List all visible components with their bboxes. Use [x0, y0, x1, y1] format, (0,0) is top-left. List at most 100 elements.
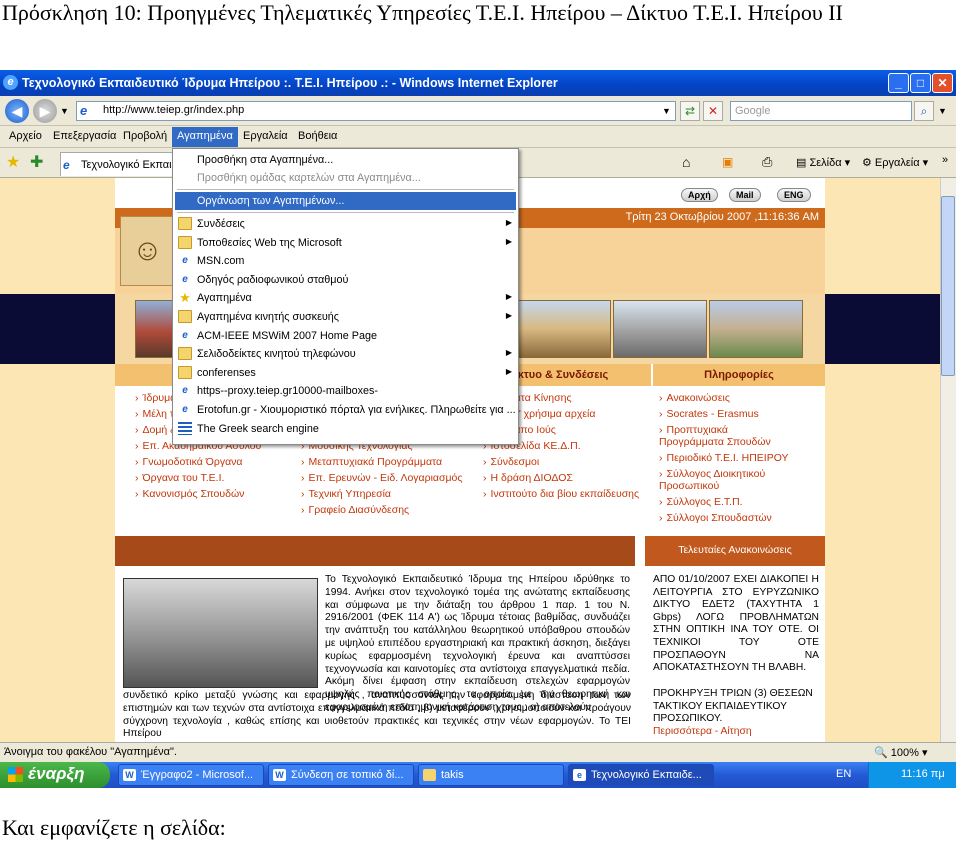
- tools-menu-label: Εργαλεία: [874, 157, 920, 169]
- link[interactable]: Προπτυχιακά Προγράμματα Σπουδών: [659, 424, 779, 448]
- favorite-item-label: Αγαπημένα: [197, 292, 252, 305]
- maximize-button[interactable]: □: [910, 73, 931, 93]
- favorite-item[interactable]: ★ Αγαπημένα ▶: [175, 289, 516, 307]
- tools-menu-button[interactable]: ⚙ Εργαλεία ▾: [862, 156, 928, 169]
- folder-icon: [178, 310, 192, 323]
- favorite-item[interactable]: The Greek search engine: [175, 420, 516, 438]
- link[interactable]: Τεχνική Υπηρεσία: [301, 488, 391, 500]
- favorite-item[interactable]: Τοποθεσίες Web της Microsoft ▶: [175, 234, 516, 252]
- favorite-item[interactable]: conferenses ▶: [175, 364, 516, 382]
- link[interactable]: Περιοδικό Τ.Ε.Ι. ΗΠΕΙΡΟΥ: [659, 452, 789, 464]
- taskbar-button[interactable]: W Σύνδεση σε τοπικό δί...: [268, 764, 414, 786]
- search-options-icon[interactable]: ▼: [938, 106, 947, 116]
- taskbar-button[interactable]: W Έγγραφο2 - Microsof...: [118, 764, 264, 786]
- start-button[interactable]: έναρξη: [0, 762, 110, 788]
- zoom-level: 100%: [890, 747, 919, 759]
- link[interactable]: Σύνδεσμοι: [483, 456, 540, 468]
- folder-icon: [178, 347, 192, 361]
- favorite-item-label: Σελιδοδείκτες κινητού τηλεφώνου: [197, 348, 356, 361]
- link[interactable]: Κανονισμός Σπουδών: [135, 488, 245, 500]
- city-photo: [709, 300, 803, 358]
- feeds-icon[interactable]: ▣: [722, 155, 733, 169]
- chevron-more-icon[interactable]: »: [942, 154, 948, 166]
- menu-favorites[interactable]: Αγαπημένα: [172, 127, 238, 147]
- favorite-item-label: Erotofun.gr - Χιουμοριστικό πόρταλ για ε…: [197, 404, 516, 416]
- history-dropdown-icon[interactable]: ▼: [60, 106, 69, 116]
- menu-tools[interactable]: Εργαλεία: [238, 130, 293, 146]
- status-text: Άνοιγμα του φακέλου "Αγαπημένα".: [4, 746, 177, 758]
- menu-organize-favorites[interactable]: Οργάνωση των Αγαπημένων...: [175, 192, 516, 210]
- tab-current[interactable]: Τεχνολογικό Εκπαιδ: [60, 152, 178, 176]
- forward-icon[interactable]: ▶: [33, 99, 57, 123]
- favorite-item[interactable]: Συνδέσεις ▶: [175, 215, 516, 233]
- link[interactable]: Όργανα του Τ.Ε.Ι.: [135, 472, 225, 484]
- favorite-item[interactable]: e MSN.com: [175, 252, 516, 270]
- language-indicator[interactable]: EN: [836, 768, 851, 780]
- close-button[interactable]: ✕: [932, 73, 953, 93]
- favorite-item-label: https--proxy.teiep.gr10000-mailboxes-: [197, 385, 379, 398]
- announcements-header: Τελευταίες Ανακοινώσεις: [645, 536, 825, 566]
- menu-edit[interactable]: Επεξεργασία: [48, 130, 121, 146]
- search-input[interactable]: Google: [730, 101, 912, 121]
- taskbar-label: takis: [441, 769, 464, 781]
- ie-icon: e: [178, 254, 192, 268]
- folder-icon: [178, 217, 192, 230]
- folder-icon: [423, 769, 436, 781]
- stop-icon[interactable]: ✕: [703, 101, 723, 121]
- announcement-link[interactable]: Περισσότερα - Αίτηση: [653, 726, 752, 737]
- link[interactable]: Σύλλογος Ε.Τ.Π.: [659, 496, 743, 508]
- menu-file[interactable]: Αρχείο: [4, 130, 47, 146]
- link[interactable]: Ίδρυμα: [135, 392, 177, 404]
- minimize-button[interactable]: _: [888, 73, 909, 93]
- submenu-arrow-icon: ▶: [505, 311, 512, 320]
- start-label: έναρξη: [28, 764, 85, 783]
- url-input[interactable]: http://www.teiep.gr/index.php: [76, 101, 676, 121]
- link[interactable]: Ανακοινώσεις: [659, 392, 730, 404]
- favorite-item[interactable]: e https--proxy.teiep.gr10000-mailboxes-: [175, 382, 516, 400]
- link[interactable]: Γνωμοδοτικά Όργανα: [135, 456, 243, 468]
- link[interactable]: Σύλλογος Διοικητικού Προσωπικού: [659, 468, 779, 492]
- link[interactable]: Μεταπτυχιακά Προγράμματα: [301, 456, 443, 468]
- taskbar-label: Τεχνολογικό Εκπαιδε...: [591, 769, 702, 781]
- link[interactable]: Δομή &: [135, 424, 178, 436]
- favorite-item-label: Οδηγός ραδιοφωνικού σταθμού: [197, 273, 349, 286]
- favorite-item[interactable]: e Erotofun.gr - Χιουμοριστικό πόρταλ για …: [175, 401, 516, 419]
- url-dropdown-icon[interactable]: ▼: [662, 106, 671, 116]
- refresh-icon[interactable]: ⇄: [680, 101, 700, 121]
- taskbar-button[interactable]: takis: [418, 764, 564, 786]
- link[interactable]: Γραφείο Διασύνδεσης: [301, 504, 410, 516]
- intro-text-continued: συνδετικό κρίκο μεταξύ γνώσης και εφαρμο…: [123, 690, 631, 740]
- menu-add-favorite[interactable]: Προσθήκη στα Αγαπημένα...: [175, 151, 516, 169]
- add-favorite-icon[interactable]: ✚: [30, 152, 43, 172]
- taskbar-button[interactable]: e Τεχνολογικό Εκπαιδε...: [568, 764, 714, 786]
- link[interactable]: Επ. Ερευνών - Ειδ. Λογαριασμός: [301, 472, 463, 484]
- clock: 11:16 πμ: [901, 768, 945, 780]
- announcement-2-body: ΠΡΟΚΗΡΥΞΗ ΤΡΙΩΝ (3) ΘΕΣΕΩΝ ΤΑΚΤΙΚΟΥ ΕΚΠΑ…: [653, 688, 813, 725]
- ie-logo-icon: e: [3, 75, 18, 90]
- ie-icon: e: [178, 272, 192, 286]
- ie-icon: e: [573, 769, 586, 781]
- link[interactable]: Σύλλογοι Σπουδαστών: [659, 512, 772, 524]
- back-icon[interactable]: ◀: [5, 99, 29, 123]
- menu-add-tab-group[interactable]: Προσθήκη ομάδας καρτελών στα Αγαπημένα..…: [175, 169, 516, 187]
- favorite-item[interactable]: e Οδηγός ραδιοφωνικού σταθμού: [175, 271, 516, 289]
- eng-nav-button[interactable]: ENG: [777, 188, 811, 202]
- link[interactable]: Η δράση ΔΙΟΔΟΣ: [483, 472, 573, 484]
- home-nav-button[interactable]: Αρχή: [681, 188, 718, 202]
- page-menu-button[interactable]: ▤ Σελίδα ▾: [796, 156, 850, 169]
- home-icon[interactable]: ⌂: [682, 154, 690, 170]
- scrollbar-thumb[interactable]: [941, 196, 955, 376]
- search-icon[interactable]: ⌕: [914, 101, 934, 121]
- favorites-star-icon[interactable]: ★: [6, 152, 20, 172]
- menu-help[interactable]: Βοήθεια: [293, 130, 342, 146]
- link[interactable]: Socrates - Erasmus: [659, 408, 759, 420]
- print-icon[interactable]: ⎙: [762, 154, 772, 170]
- link[interactable]: Ινστιτούτο δια βίου εκπαίδευσης: [483, 488, 640, 500]
- favorite-item[interactable]: e ACM-IEEE MSWiM 2007 Home Page: [175, 327, 516, 345]
- favorite-item[interactable]: Σελιδοδείκτες κινητού τηλεφώνου ▶: [175, 345, 516, 363]
- menu-view[interactable]: Προβολή: [118, 130, 172, 146]
- menu-separator: [177, 212, 514, 213]
- zoom-control[interactable]: 🔍 100% ▾: [874, 746, 927, 759]
- mail-nav-button[interactable]: Mail: [729, 188, 761, 202]
- favorite-item[interactable]: Αγαπημένα κινητής συσκευής ▶: [175, 308, 516, 326]
